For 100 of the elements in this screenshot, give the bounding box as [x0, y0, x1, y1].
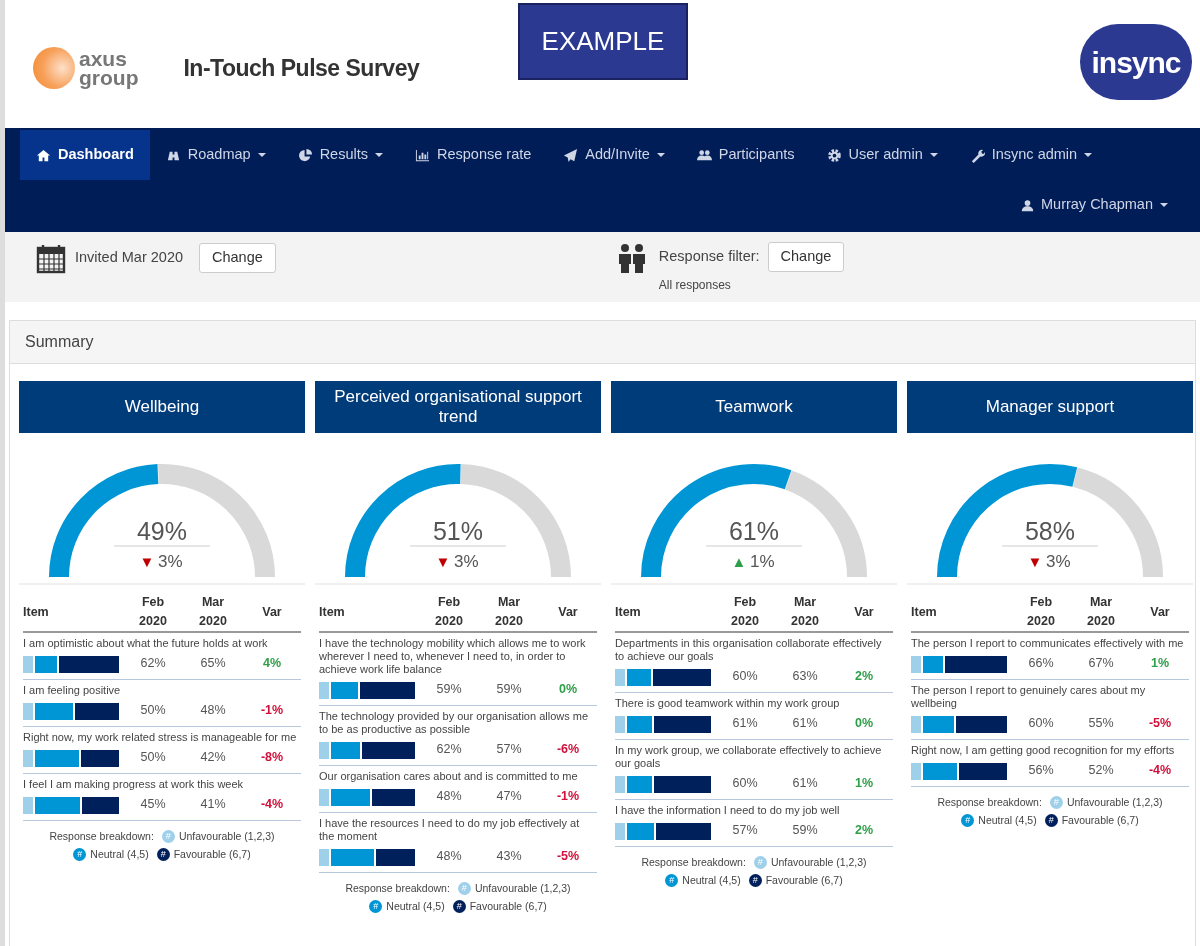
legend-swatch: # [73, 848, 87, 862]
legend-swatch: # [961, 814, 975, 828]
legend-label: Unfavourable (1,2,3) [770, 855, 867, 870]
variance: 0% [853, 714, 875, 732]
legend-label: Neutral (4,5) [386, 898, 445, 914]
example-label: EXAMPLE [518, 3, 688, 80]
legend-swatch: # [452, 900, 466, 914]
legend-title: Response breakdown: [345, 881, 450, 896]
score: 56% [1027, 761, 1055, 779]
response-filter-label: Response filter: [658, 247, 760, 266]
paper-plane-icon [563, 147, 579, 163]
legend-title: Response breakdown: [937, 795, 1042, 810]
users-icon [696, 147, 712, 163]
variance: 1% [1149, 654, 1171, 672]
panel-title: Summary [10, 321, 1195, 364]
variance: 1% [853, 774, 875, 792]
item-text: I have the technology mobility which allows me to work wherever I need to, whenever I need to, in order to achieve work life balance [319, 637, 587, 676]
score: 62% [139, 654, 167, 672]
column-header: Item [911, 603, 938, 621]
nav-item[interactable]: Insync admin [953, 130, 1109, 180]
nav-item[interactable]: Roadmap [149, 130, 282, 180]
variance: -1% [555, 787, 581, 805]
score: 60% [731, 667, 759, 685]
logo-mark [33, 47, 75, 89]
score: 41% [199, 795, 227, 813]
gauge-change: 1% [750, 552, 775, 571]
card-title: Manager support [907, 381, 1193, 433]
score: 65% [199, 654, 227, 672]
column-header: Item [319, 603, 346, 621]
gauge-change: 3% [1046, 552, 1071, 571]
change-button[interactable]: Change [767, 242, 845, 272]
column-header: Mar 2020 [1086, 594, 1116, 630]
score: 61% [791, 714, 819, 732]
score: 59% [495, 680, 523, 698]
score: 62% [435, 740, 463, 758]
legend-swatch: # [369, 900, 383, 914]
column-header: Item [615, 603, 642, 621]
score: 48% [199, 701, 227, 719]
score: 63% [791, 667, 819, 685]
home-icon [36, 147, 51, 163]
item-text: Our organisation cares about and is committed to me [319, 770, 579, 783]
nav-item[interactable]: Results [281, 130, 399, 180]
filter-value: All responses [658, 276, 732, 294]
invited-label: Invited Mar 2020 [75, 248, 183, 268]
item-text: Right now, my work related stress is manageable for me [23, 731, 298, 744]
nav-item[interactable]: Dashboard [20, 130, 150, 180]
legend-label: Favourable (6,7) [469, 898, 547, 914]
score: 50% [139, 701, 167, 719]
score: 43% [495, 847, 523, 865]
trend-arrow: ▼ [1027, 553, 1043, 570]
column-header: Item [23, 603, 50, 621]
column-header: Var [557, 603, 579, 621]
legend-label: Unfavourable (1,2,3) [178, 829, 275, 844]
legend-title: Response breakdown: [641, 855, 746, 870]
item-text: The technology provided by our organisation allows me to be as productive as possible [319, 710, 590, 736]
item-text: In my work group, we collaborate effectively to achieve our goals [615, 744, 883, 770]
score: 47% [495, 787, 523, 805]
item-text: I have the information I need to do my job well [615, 804, 841, 817]
variance: -4% [259, 795, 285, 813]
score: 59% [435, 680, 463, 698]
card-title: Wellbeing [19, 381, 305, 433]
logo-text: group [79, 68, 139, 87]
nav-item[interactable]: User admin [810, 130, 954, 180]
legend-label: Favourable (6,7) [173, 846, 251, 862]
trend-arrow: ▲ [731, 553, 747, 570]
score: 50% [139, 748, 167, 766]
column-header: Feb 2020 [730, 594, 760, 630]
legend-label: Unfavourable (1,2,3) [1066, 795, 1163, 810]
nav-item[interactable]: Add/Invite [547, 130, 681, 180]
score: 52% [1087, 761, 1115, 779]
column-header: Var [261, 603, 283, 621]
settings-icon [826, 147, 842, 163]
legend-title: Response breakdown: [49, 829, 154, 844]
variance: 4% [261, 654, 283, 672]
score: 60% [1027, 714, 1055, 732]
column-header: Var [1149, 603, 1171, 621]
legend-swatch: # [161, 830, 175, 844]
legend-swatch: # [748, 874, 762, 888]
nav-item[interactable]: Response rate [399, 130, 548, 180]
item-text: Right now, I am getting good recognition for my efforts [911, 744, 1176, 757]
legend-label: Neutral (4,5) [978, 812, 1037, 828]
user-menu[interactable]: Murray Chapman [1005, 180, 1184, 230]
legend-swatch: # [156, 848, 170, 862]
legend-label: Neutral (4,5) [682, 872, 741, 888]
legend-label: Favourable (6,7) [1061, 812, 1139, 828]
legend-label: Neutral (4,5) [90, 846, 149, 862]
pie-chart-icon [297, 147, 313, 163]
legend-swatch: # [1049, 796, 1063, 810]
column-header: Var [853, 603, 875, 621]
variance: -6% [555, 740, 581, 758]
change-button[interactable]: Change [199, 243, 276, 273]
calendar-icon [35, 242, 67, 274]
item-text: The person I report to genuinely cares about my wellbeing [911, 684, 1147, 710]
score: 48% [435, 787, 463, 805]
score: 57% [495, 740, 523, 758]
nav-item[interactable]: Participants [680, 130, 811, 180]
brand-logo: insync [1080, 24, 1192, 100]
legend-label: Favourable (6,7) [765, 872, 843, 888]
column-header: Mar 2020 [198, 594, 228, 630]
item-text: There is good teamwork within my work group [615, 697, 841, 710]
